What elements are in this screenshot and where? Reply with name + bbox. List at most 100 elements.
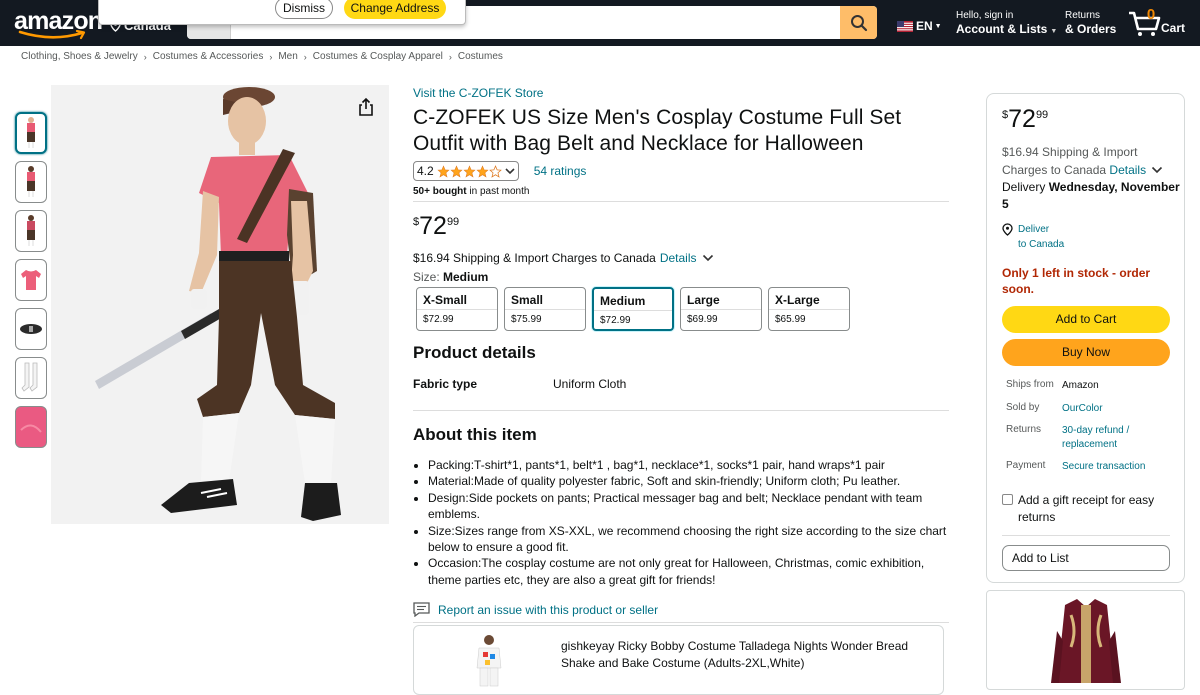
thumbnail-belt[interactable]	[15, 308, 47, 350]
account-greeting: Hello, sign in	[956, 10, 1014, 21]
size-divider	[594, 310, 672, 311]
gift-receipt-option[interactable]: Add a gift receipt for easy returns	[1002, 492, 1177, 525]
orders-label: & Orders	[1065, 22, 1117, 36]
secure-transaction-link[interactable]: Secure transaction	[1062, 460, 1162, 474]
sold-by-link[interactable]: OurColor	[1062, 402, 1162, 416]
chevron-down-icon: ▼	[934, 22, 942, 30]
size-divider	[417, 309, 497, 310]
size-name: X-Small	[423, 293, 468, 307]
bought-count: 50+ bought	[413, 186, 467, 197]
gift-receipt-checkbox[interactable]	[1002, 494, 1013, 505]
breadcrumb-item[interactable]: Costumes	[458, 51, 503, 62]
payment-label: Payment	[1006, 460, 1046, 471]
size-option-large[interactable]: Large $69.99	[680, 287, 762, 331]
star-icon	[450, 164, 463, 178]
shipping-text: $16.94 Shipping & Import Charges to Cana…	[413, 251, 656, 265]
share-icon[interactable]	[357, 97, 375, 117]
logo-smile-icon	[18, 30, 86, 40]
shipping-details-link[interactable]: Details	[660, 251, 697, 265]
buy-now-button[interactable]: Buy Now	[1002, 339, 1170, 366]
star-rating	[437, 164, 502, 178]
sponsored-product-card[interactable]: gishkeyay Ricky Bobby Costume Talladega …	[413, 625, 944, 695]
thumbnail-front[interactable]	[15, 112, 47, 154]
image-thumbnails	[15, 112, 47, 455]
size-prefix: Size:	[413, 270, 444, 284]
main-product-image[interactable]	[51, 85, 389, 524]
report-icon	[413, 602, 430, 618]
bought-suffix: in past month	[466, 186, 530, 197]
buybox-price: $ 72 99	[1002, 105, 1048, 133]
rating-value: 4.2	[417, 164, 434, 178]
price-fraction: 99	[446, 216, 460, 228]
size-option-xsmall[interactable]: X-Small $72.99	[416, 287, 498, 331]
thumbnail-side[interactable]	[15, 161, 47, 203]
us-flag-icon	[897, 20, 913, 32]
bullet-item: Design:Side pockets on pants; Practical …	[428, 490, 949, 523]
add-to-cart-button[interactable]: Add to Cart	[1002, 306, 1170, 333]
star-icon	[488, 164, 502, 178]
deliver-to-link[interactable]: Deliver to Canada	[1002, 222, 1064, 252]
star-icon	[437, 164, 450, 178]
size-label: Size: Medium	[413, 270, 949, 284]
ad-product-card[interactable]	[986, 590, 1185, 690]
size-price: $75.99	[511, 314, 542, 325]
store-link[interactable]: Visit the C-ZOFEK Store	[413, 86, 949, 100]
breadcrumb-separator-icon: ›	[448, 51, 452, 62]
returns-orders[interactable]: Returns & Orders	[1065, 10, 1116, 36]
ratings-count-link[interactable]: 54 ratings	[534, 164, 587, 178]
size-divider	[681, 309, 761, 310]
sponsored-product-title[interactable]: gishkeyay Ricky Bobby Costume Talladega …	[561, 638, 939, 671]
thumbnail-shirt[interactable]	[15, 259, 47, 301]
breadcrumb-item[interactable]: Costumes & Cosplay Apparel	[313, 51, 443, 62]
star-icon	[476, 164, 489, 178]
location-pin-icon	[1002, 223, 1013, 236]
about-heading: About this item	[413, 425, 537, 444]
divider	[413, 410, 949, 411]
dismiss-button[interactable]: Dismiss	[275, 0, 333, 19]
cart-button[interactable]: 0 Cart	[1128, 6, 1190, 39]
search-button[interactable]	[840, 6, 877, 39]
report-link: Report an issue with this product or sel…	[438, 602, 659, 617]
chevron-down-icon[interactable]	[1151, 166, 1163, 174]
size-selected-value: Medium	[443, 270, 489, 284]
breadcrumb-item[interactable]: Costumes & Accessories	[153, 51, 264, 62]
top-nav: amazon Canada All Dismiss Change Address	[0, 0, 1200, 46]
price: $ 72 99	[413, 212, 949, 240]
divider	[413, 622, 949, 624]
ships-from-row: Ships from Amazon	[1006, 379, 1162, 393]
size-option-medium[interactable]: Medium $72.99	[592, 287, 674, 331]
account-lists-label: Account & Lists	[956, 22, 1048, 36]
change-address-button[interactable]: Change Address	[344, 0, 446, 19]
breadcrumb-item[interactable]: Clothing, Shoes & Jewelry	[21, 51, 138, 62]
size-option-small[interactable]: Small $75.99	[504, 287, 586, 331]
chevron-down-icon[interactable]	[702, 254, 714, 262]
size-divider	[769, 309, 849, 310]
seller-info: Ships from Amazon Sold by OurColor Retur…	[1006, 379, 1162, 479]
thumbnail-back[interactable]	[15, 210, 47, 252]
amazon-logo[interactable]: amazon	[14, 6, 103, 40]
price-fraction: 99	[1035, 109, 1049, 121]
returns-policy-link[interactable]: 30-day refund / replacement	[1062, 424, 1162, 451]
report-issue[interactable]: Report an issue with this product or sel…	[413, 602, 949, 618]
ships-from-value: Amazon	[1062, 380, 1099, 391]
thumbnail-fabric[interactable]	[15, 406, 47, 448]
socks-icon	[21, 362, 38, 392]
buybox-details-link[interactable]: Details	[1109, 163, 1146, 177]
add-to-list-button[interactable]: Add to List	[1002, 545, 1170, 571]
language-selector[interactable]: EN ▼	[897, 19, 942, 33]
size-name: Large	[687, 293, 720, 307]
breadcrumb-item[interactable]: Men	[278, 51, 297, 62]
fabric-icon	[19, 411, 43, 443]
product-info: Visit the C-ZOFEK Store C-ZOFEK US Size …	[413, 86, 949, 624]
rating-dropdown[interactable]: 4.2	[413, 161, 519, 181]
breadcrumb-separator-icon: ›	[269, 51, 273, 62]
chevron-down-icon	[505, 168, 515, 175]
size-option-xlarge[interactable]: X-Large $65.99	[768, 287, 850, 331]
thumbnail-socks[interactable]	[15, 357, 47, 399]
sponsored-product-image	[476, 635, 502, 687]
returns-label: Returns	[1006, 424, 1042, 435]
costume-model-illustration	[95, 87, 341, 521]
star-icon	[463, 164, 476, 178]
account-menu[interactable]: Hello, sign in Account & Lists ▼	[956, 10, 1057, 36]
fabric-type-row: Fabric type Uniform Cloth	[413, 377, 949, 391]
